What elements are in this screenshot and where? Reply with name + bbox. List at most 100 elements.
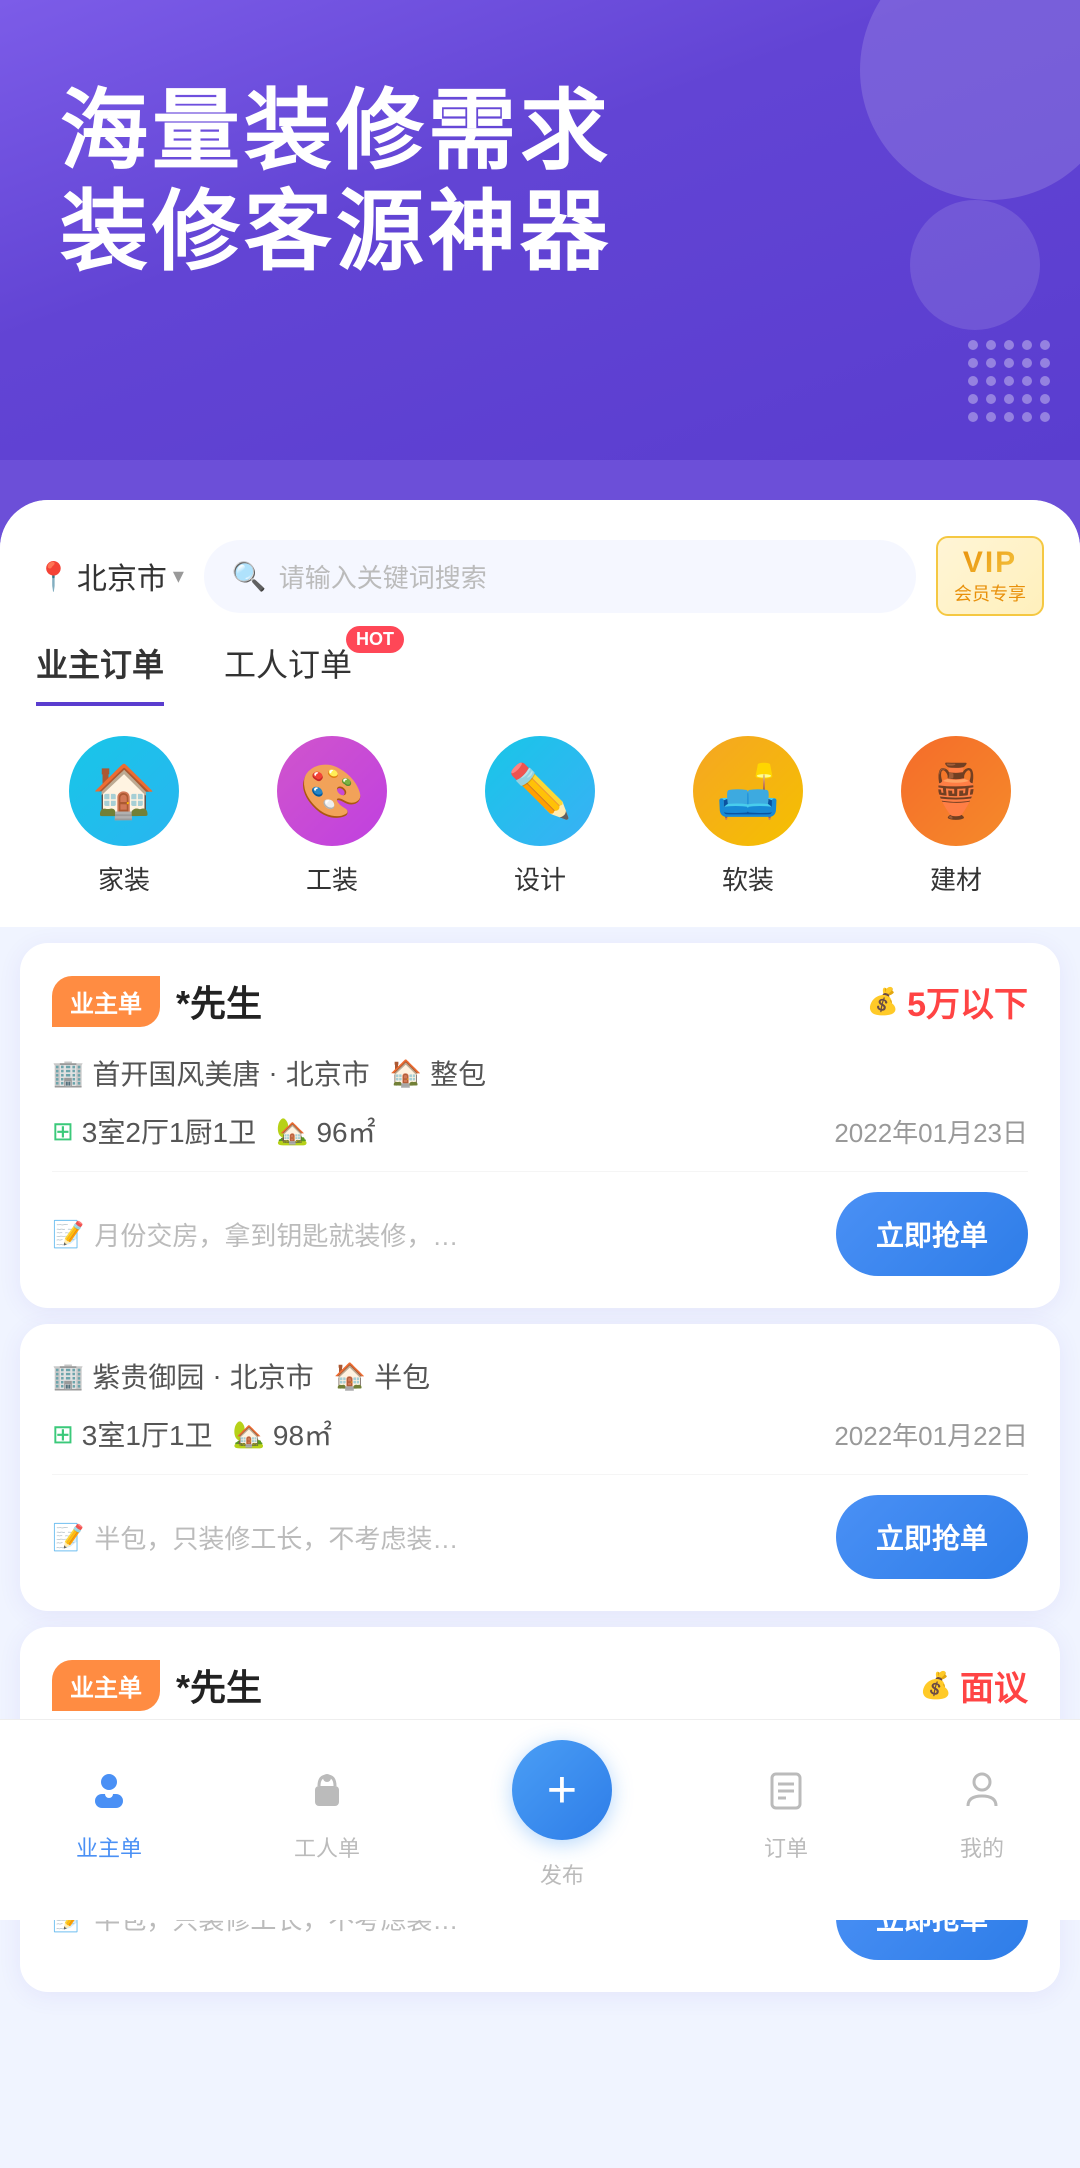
vip-text: VIP — [963, 546, 1017, 580]
gongzhuang-label: 工装 — [306, 860, 358, 897]
hero-section: 海量装修需求 装修客源神器 — [0, 0, 1080, 460]
order-card-2: 🏢 紫贵御园 · 北京市 🏠 半包 ⊞ 3室1厅1卫 🏡 98㎡ — [20, 1324, 1060, 1611]
order-detail-area-1: ⊞ 3室2厅1厨1卫 🏡 96㎡ 2022年01月23日 — [52, 1111, 1028, 1151]
order-price-value-1: 5万以下 — [907, 977, 1028, 1026]
category-jiazhuang[interactable]: 🏠 家装 — [69, 736, 179, 897]
nav-orders-label: 订单 — [764, 1831, 808, 1863]
project-name-1: 首开国风美唐 — [92, 1053, 260, 1093]
hot-badge: HOT — [346, 626, 404, 653]
layout-icon-2: ⊞ — [52, 1419, 74, 1450]
order-layout-1: 3室2厅1厨1卫 — [82, 1111, 256, 1151]
nav-publish-btn[interactable]: + — [512, 1740, 612, 1840]
order-type-badge-1: 业主单 — [52, 976, 160, 1027]
grab-button-2[interactable]: 立即抢单 — [836, 1495, 1028, 1579]
gongzhuang-icon: 🎨 — [277, 736, 387, 846]
order-detail-project-2: 🏢 紫贵御园 · 北京市 🏠 半包 — [52, 1356, 1028, 1396]
nav-worker-icon — [305, 1768, 349, 1823]
nav-mine[interactable]: 我的 — [960, 1768, 1004, 1863]
project-city-1: 北京市 — [286, 1053, 370, 1093]
order-type-badge-3: 业主单 — [52, 1660, 160, 1711]
edit-icon-2: 📝 — [52, 1522, 84, 1553]
categories: 🏠 家装 🎨 工装 ✏️ 设计 🛋️ 软装 🏺 建材 — [0, 706, 1080, 927]
area-icon: 🏡 — [276, 1116, 308, 1147]
price-icon-1: 💰 — [867, 986, 899, 1017]
category-gongzhuang[interactable]: 🎨 工装 — [277, 736, 387, 897]
layout-icon: ⊞ — [52, 1116, 74, 1147]
area-item-1: 🏡 96㎡ — [276, 1111, 376, 1151]
project-item-1: 🏢 首开国风美唐 · 北京市 — [52, 1053, 370, 1093]
building-icon: 🏢 — [52, 1058, 84, 1089]
search-icon: 🔍 — [232, 560, 267, 593]
location-icon: 📍 — [36, 560, 71, 593]
tabs-row: 业主订单 工人订单 HOT — [0, 616, 1080, 706]
order-area-1: 96㎡ — [316, 1111, 375, 1151]
tab-worker-orders[interactable]: 工人订单 HOT — [224, 640, 352, 706]
hero-title-line1: 海量装修需求 — [60, 81, 612, 180]
ruanzhuang-label: 软装 — [722, 860, 774, 897]
grab-button-1[interactable]: 立即抢单 — [836, 1192, 1028, 1276]
content-area: 业主单 *先生 💰 5万以下 🏢 首开国风美唐 · 北京市 🏠 整包 — [0, 943, 1080, 2168]
price-icon-3: 💰 — [920, 1670, 952, 1701]
order-desc-text-1: 月份交房，拿到钥匙就装修，… — [94, 1216, 458, 1253]
order-detail-area-2: ⊞ 3室1厅1卫 🏡 98㎡ 2022年01月22日 — [52, 1414, 1028, 1454]
area-icon-2: 🏡 — [233, 1419, 265, 1450]
tab-owner-label: 业主订单 — [36, 647, 164, 683]
category-sheji[interactable]: ✏️ 设计 — [485, 736, 595, 897]
style-icon-2: 🏠 — [334, 1361, 366, 1392]
order-header-3: 业主单 *先生 💰 面议 — [52, 1659, 1028, 1711]
search-row: 📍 北京市 ▾ 🔍 请输入关键词搜索 VIP 会员专享 — [0, 500, 1080, 616]
search-placeholder: 请输入关键词搜索 — [279, 558, 487, 595]
nav-owner-icon — [87, 1768, 131, 1823]
building-icon-2: 🏢 — [52, 1361, 84, 1392]
layout-item-2: ⊞ 3室1厅1卫 — [52, 1414, 213, 1454]
nav-worker-label: 工人单 — [294, 1831, 360, 1863]
order-header-1: 业主单 *先生 💰 5万以下 — [52, 975, 1028, 1027]
chevron-down-icon: ▾ — [173, 563, 184, 589]
order-area-2: 98㎡ — [273, 1414, 332, 1454]
order-price-1: 💰 5万以下 — [867, 977, 1028, 1026]
nav-mine-icon — [960, 1768, 1004, 1823]
plus-icon: + — [547, 1764, 577, 1816]
tab-worker-label: 工人订单 — [224, 647, 352, 683]
style-item-2: 🏠 半包 — [334, 1356, 430, 1396]
order-card-1: 业主单 *先生 💰 5万以下 🏢 首开国风美唐 · 北京市 🏠 整包 — [20, 943, 1060, 1308]
location-button[interactable]: 📍 北京市 ▾ — [36, 554, 184, 598]
sheji-label: 设计 — [514, 860, 566, 897]
nav-worker-orders[interactable]: 工人单 — [294, 1768, 360, 1863]
order-desc-1: 📝 月份交房，拿到钥匙就装修，… — [52, 1216, 836, 1253]
nav-owner-label: 业主单 — [76, 1831, 142, 1863]
search-input-box[interactable]: 🔍 请输入关键词搜索 — [204, 540, 916, 613]
location-text: 北京市 — [77, 554, 167, 598]
order-footer-1: 📝 月份交房，拿到钥匙就装修，… 立即抢单 — [52, 1171, 1028, 1276]
layout-item-1: ⊞ 3室2厅1厨1卫 — [52, 1111, 256, 1151]
nav-orders-icon — [764, 1768, 808, 1823]
edit-icon: 📝 — [52, 1219, 84, 1250]
project-name-2: 紫贵御园 — [92, 1356, 204, 1396]
category-jiancai[interactable]: 🏺 建材 — [901, 736, 1011, 897]
order-footer-2: 📝 半包，只装修工长，不考虑装… 立即抢单 — [52, 1474, 1028, 1579]
nav-mine-label: 我的 — [960, 1831, 1004, 1863]
ruanzhuang-icon: 🛋️ — [693, 736, 803, 846]
hero-title-line2: 装修客源神器 — [60, 182, 612, 281]
tab-owner-orders[interactable]: 业主订单 — [36, 640, 164, 706]
nav-orders[interactable]: 订单 — [764, 1768, 808, 1863]
project-item-2: 🏢 紫贵御园 · 北京市 — [52, 1356, 314, 1396]
vip-badge[interactable]: VIP 会员专享 — [936, 536, 1044, 616]
bottom-nav: 业主单 工人单 + 发布 订单 我的 — [0, 1719, 1080, 1920]
order-style-1: 整包 — [430, 1053, 486, 1093]
order-desc-text-2: 半包，只装修工长，不考虑装… — [94, 1519, 458, 1556]
nav-publish[interactable]: + 发布 — [512, 1740, 612, 1890]
order-date-1: 2022年01月23日 — [834, 1113, 1028, 1150]
project-city-2: 北京市 — [230, 1356, 314, 1396]
jiancai-label: 建材 — [930, 860, 982, 897]
order-style-2: 半包 — [374, 1356, 430, 1396]
area-item-2: 🏡 98㎡ — [233, 1414, 333, 1454]
jiazhuang-icon: 🏠 — [69, 736, 179, 846]
nav-owner-orders[interactable]: 业主单 — [76, 1768, 142, 1863]
nav-publish-label: 发布 — [540, 1858, 584, 1890]
order-price-3: 💰 面议 — [920, 1661, 1028, 1710]
order-detail-project-1: 🏢 首开国风美唐 · 北京市 🏠 整包 — [52, 1053, 1028, 1093]
category-ruanzhuang[interactable]: 🛋️ 软装 — [693, 736, 803, 897]
order-owner-name-3: *先生 — [176, 1659, 262, 1711]
vip-sub: 会员专享 — [954, 580, 1026, 606]
